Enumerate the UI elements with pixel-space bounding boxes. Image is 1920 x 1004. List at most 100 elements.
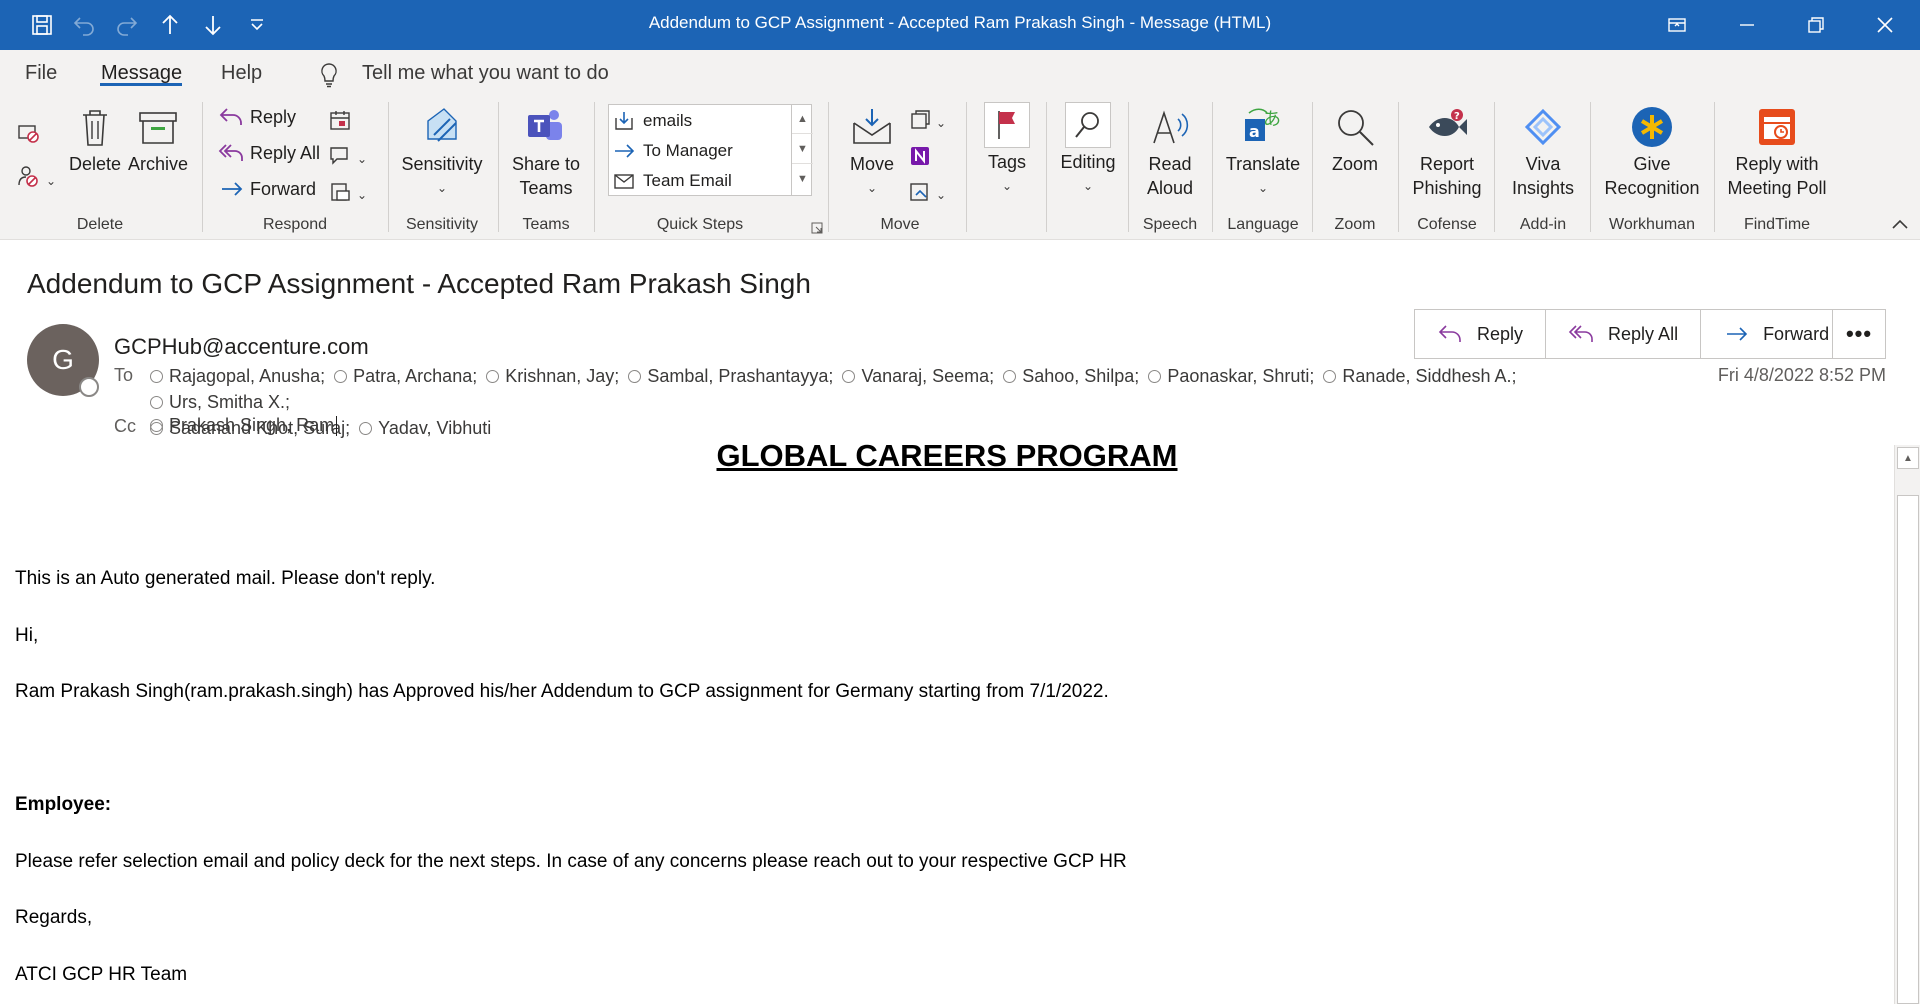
tell-me-search[interactable]: Tell me what you want to do [362, 62, 609, 85]
scroll-up-icon[interactable]: ▲ [1897, 447, 1919, 469]
message-subject: Addendum to GCP Assignment - Accepted Ra… [27, 268, 811, 299]
quick-steps-up-icon[interactable]: ▲ [792, 104, 813, 134]
forward-button[interactable]: Forward [218, 174, 316, 204]
title-bar: Addendum to GCP Assignment - Accepted Ra… [0, 0, 1920, 50]
recipient[interactable]: Paonaskar, Shruti; [1148, 364, 1314, 389]
presence-icon [150, 370, 163, 383]
minimize-icon[interactable] [1719, 0, 1775, 50]
quick-step-emails[interactable]: emails [613, 107, 692, 135]
viva-insights-button[interactable]: Viva Insights [1500, 104, 1586, 200]
group-label-delete: Delete [76, 216, 124, 233]
move-button[interactable]: Move ⌄ [842, 104, 902, 200]
quick-step-to-manager[interactable]: To Manager [613, 137, 733, 165]
sensitivity-button[interactable]: Sensitivity ⌄ [400, 104, 484, 200]
sensitivity-icon [419, 104, 465, 150]
scroll-thumb[interactable] [1897, 495, 1919, 1004]
body-scrollbar[interactable]: ▲ [1894, 445, 1920, 1004]
rules-chevron[interactable]: ⌄ [936, 116, 946, 130]
signature: ATCI GCP HR Team [15, 964, 188, 985]
tab-message[interactable]: Message [101, 62, 182, 85]
report-phishing-button[interactable]: ? Report Phishing [1404, 104, 1490, 200]
auto-generated-note: This is an Auto generated mail. Please d… [15, 568, 436, 589]
editing-button[interactable]: Editing ⌄ [1054, 102, 1122, 198]
im-icon[interactable] [324, 140, 356, 172]
quick-steps-launcher-icon[interactable] [811, 222, 823, 234]
recipient[interactable]: Ranade, Siddhesh A.; [1323, 364, 1517, 389]
reply-button[interactable]: Reply [218, 102, 296, 132]
group-label-quick-steps: Quick Steps [656, 216, 744, 233]
tab-help[interactable]: Help [221, 62, 262, 85]
actions-icon[interactable] [904, 176, 936, 208]
header-reply-all-button[interactable]: Reply All [1546, 310, 1702, 358]
quick-steps-more-icon[interactable]: ▼ [792, 164, 813, 194]
presence-icon [1003, 370, 1017, 383]
presence-icon [842, 370, 856, 383]
more-respond-icon[interactable] [324, 176, 356, 208]
presence-icon [150, 396, 163, 409]
collapse-ribbon-icon[interactable] [1888, 214, 1912, 234]
give-recognition-button[interactable]: Give Recognition [1596, 104, 1708, 200]
block-sender-icon[interactable] [12, 160, 44, 192]
body-heading: GLOBAL CAREERS PROGRAM [716, 438, 1178, 473]
group-label-findtime: FindTime [1743, 216, 1811, 233]
more-actions-button[interactable]: ••• [1832, 309, 1886, 359]
sender-address[interactable]: GCPHub@accenture.com [114, 334, 369, 360]
regards: Regards, [15, 907, 93, 928]
translate-button[interactable]: aあ Translate ⌄ [1218, 104, 1308, 200]
read-aloud-button[interactable]: Read Aloud [1136, 104, 1204, 200]
group-label-addin: Add-in [1519, 216, 1567, 233]
tab-file[interactable]: File [25, 62, 57, 85]
header-reply-button[interactable]: Reply [1415, 310, 1547, 358]
archive-button[interactable]: Archive [128, 104, 188, 176]
presence-icon [334, 370, 348, 383]
ignore-icon[interactable] [12, 116, 44, 148]
svg-text:?: ? [1454, 111, 1460, 122]
onenote-icon[interactable] [904, 140, 936, 172]
group-label-workhuman: Workhuman [1609, 216, 1695, 233]
message-body: GLOBAL CAREERS PROGRAM This is an Auto g… [0, 430, 1894, 1004]
recipient[interactable]: Krishnan, Jay; [486, 364, 619, 389]
reply-icon [1438, 325, 1461, 342]
meeting-icon[interactable] [324, 104, 356, 136]
quick-steps-gallery: emails To Manager Team Email [608, 104, 812, 196]
ribbon-display-options-icon[interactable] [1649, 0, 1705, 50]
share-to-teams-button[interactable]: Share to Teams [506, 104, 586, 200]
reply-all-button[interactable]: Reply All [218, 138, 320, 168]
recipient[interactable]: Vanaraj, Seema; [842, 364, 994, 389]
trash-icon [72, 104, 118, 150]
recipient[interactable]: Sahoo, Shilpa; [1003, 364, 1139, 389]
presence-icon [1323, 370, 1337, 383]
quick-steps-scroller[interactable]: ▲ ▼ ▼ [791, 104, 813, 196]
move-icon [849, 104, 895, 150]
menu-bar: File Message Help Tell me what you want … [0, 50, 1920, 96]
reply-with-meeting-poll-button[interactable]: Reply with Meeting Poll [1722, 104, 1832, 200]
recipient[interactable]: Sambal, Prashantayya; [628, 364, 833, 389]
find-icon [1065, 102, 1111, 148]
recipient[interactable]: Rajagopal, Anusha; [150, 364, 325, 389]
refer-text: Please refer selection email and policy … [15, 851, 1127, 872]
greeting: Hi, [15, 625, 39, 646]
actions-chevron[interactable]: ⌄ [936, 188, 946, 202]
active-tab-indicator [100, 83, 182, 86]
tags-button[interactable]: Tags ⌄ [980, 102, 1034, 198]
sensitivity-chevron: ⌄ [436, 181, 448, 195]
restore-icon[interactable] [1788, 0, 1844, 50]
download-mail-icon [615, 112, 633, 130]
block-dropdown-chevron[interactable]: ⌄ [46, 174, 56, 188]
rules-icon[interactable] [904, 104, 936, 136]
group-label-speech: Speech [1142, 216, 1198, 233]
reply-icon [219, 108, 242, 125]
group-label-language: Language [1227, 216, 1299, 233]
zoom-button[interactable]: Zoom [1322, 104, 1388, 176]
recipient[interactable]: Urs, Smitha X.; [150, 390, 290, 415]
quick-steps-down-icon[interactable]: ▼ [792, 134, 813, 164]
translate-chevron: ⌄ [1257, 181, 1269, 195]
group-label-teams: Teams [522, 216, 570, 233]
close-icon[interactable] [1857, 0, 1913, 50]
quick-step-team-email[interactable]: Team Email [613, 167, 732, 195]
im-dropdown-chevron[interactable]: ⌄ [357, 152, 367, 166]
zoom-icon [1332, 104, 1378, 150]
recipient[interactable]: Patra, Archana; [334, 364, 477, 389]
more-respond-chevron[interactable]: ⌄ [357, 188, 367, 202]
delete-button[interactable]: Delete [68, 104, 122, 176]
